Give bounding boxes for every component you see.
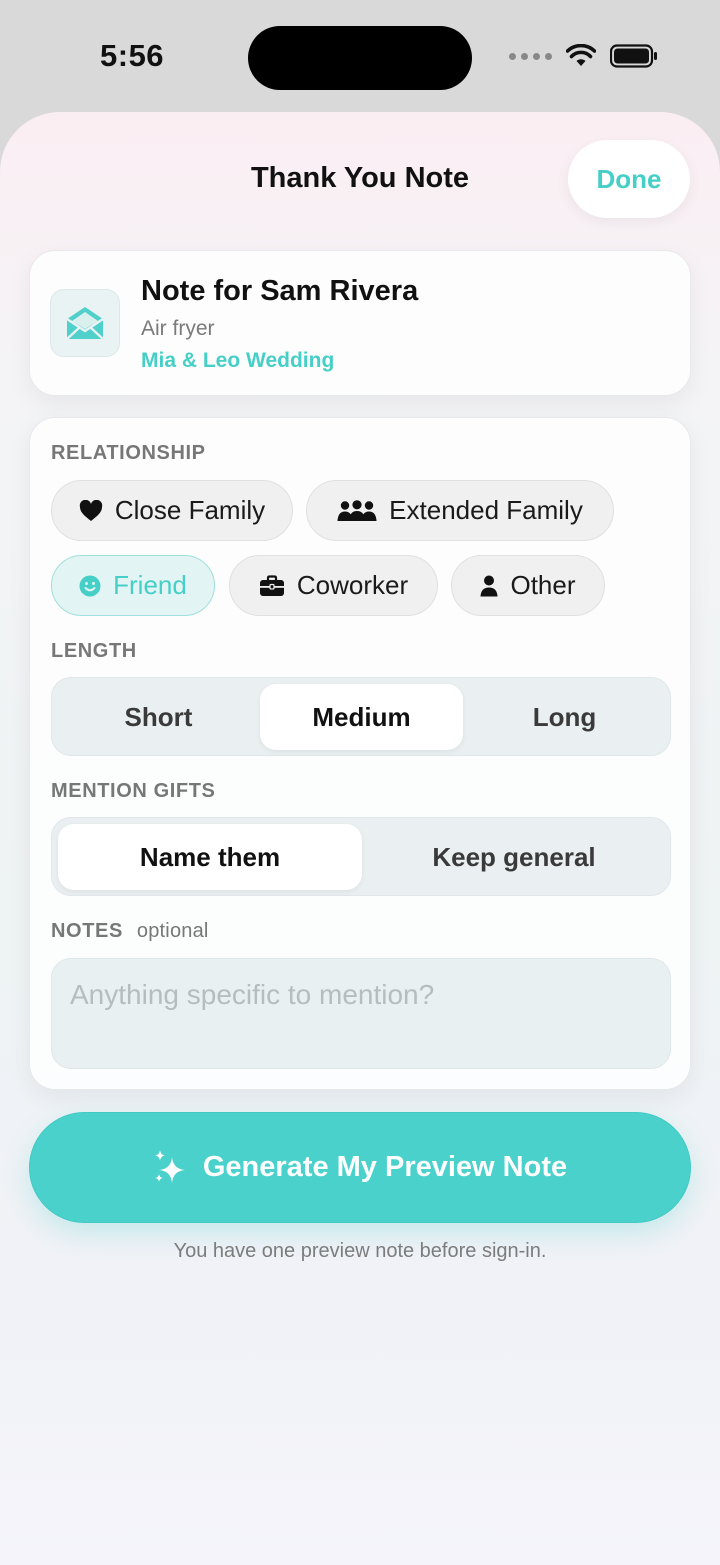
- length-option-long[interactable]: Long: [464, 684, 665, 750]
- preview-limit-footnote: You have one preview note before sign-in…: [173, 1240, 547, 1262]
- envelope-icon: [50, 289, 120, 357]
- chip-other[interactable]: Other: [451, 555, 605, 616]
- dynamic-island: [248, 26, 472, 90]
- notes-label: NOTES optional: [51, 920, 209, 943]
- cellular-signal-icon: [509, 52, 552, 60]
- length-label: LENGTH: [51, 640, 137, 662]
- generate-preview-note-button[interactable]: Generate My Preview Note: [29, 1112, 691, 1223]
- chip-label: Other: [510, 570, 576, 600]
- chip-label: Coworker: [296, 570, 409, 600]
- note-gift: Air fryer: [141, 317, 215, 340]
- generate-button-label: Generate My Preview Note: [202, 1151, 568, 1183]
- chip-label: Extended Family: [389, 495, 583, 525]
- status-time: 5:56: [100, 38, 165, 73]
- note-event: Mia & Leo Wedding: [141, 349, 335, 372]
- status-bar: 5:56: [0, 0, 720, 112]
- chip-label: Friend: [113, 570, 187, 600]
- wifi-icon: [566, 44, 596, 66]
- group-icon: [337, 499, 377, 521]
- mention-gifts-label: MENTION GIFTS: [51, 780, 216, 802]
- note-recipient-title: Note for Sam Rivera: [141, 275, 419, 307]
- briefcase-icon: [259, 574, 284, 596]
- thank-you-note-sheet: Thank You Note Done Note for Sam Rivera …: [0, 112, 720, 1565]
- chip-close-family[interactable]: Close Family: [51, 480, 293, 541]
- note-summary-card: Note for Sam Rivera Air fryer Mia & Leo …: [29, 250, 691, 396]
- chip-coworker[interactable]: Coworker: [229, 555, 438, 616]
- mention-gifts-option-name-them[interactable]: Name them: [58, 824, 362, 890]
- battery-icon: [610, 44, 657, 68]
- heart-icon: [79, 499, 103, 521]
- note-options-card: RELATIONSHIP Close Family Extended Famil…: [29, 417, 691, 1090]
- notes-label-text: NOTES: [51, 920, 123, 942]
- status-icons: [509, 44, 658, 68]
- smiley-icon: [79, 575, 101, 596]
- notes-input[interactable]: [51, 958, 671, 1069]
- sparkles-icon: [154, 1149, 185, 1183]
- mention-gifts-segmented-control: Name them Keep general: [51, 817, 671, 896]
- length-segmented-control: Short Medium Long: [51, 677, 671, 756]
- chip-friend[interactable]: Friend: [51, 555, 215, 616]
- chip-extended-family[interactable]: Extended Family: [306, 480, 614, 541]
- person-icon: [480, 575, 498, 596]
- length-option-short[interactable]: Short: [58, 684, 259, 750]
- chip-label: Close Family: [114, 495, 266, 525]
- notes-optional-hint: optional: [136, 920, 209, 942]
- length-option-medium[interactable]: Medium: [260, 684, 463, 750]
- mention-gifts-option-keep-general[interactable]: Keep general: [362, 824, 666, 890]
- done-button[interactable]: Done: [568, 140, 690, 218]
- relationship-label: RELATIONSHIP: [51, 442, 206, 464]
